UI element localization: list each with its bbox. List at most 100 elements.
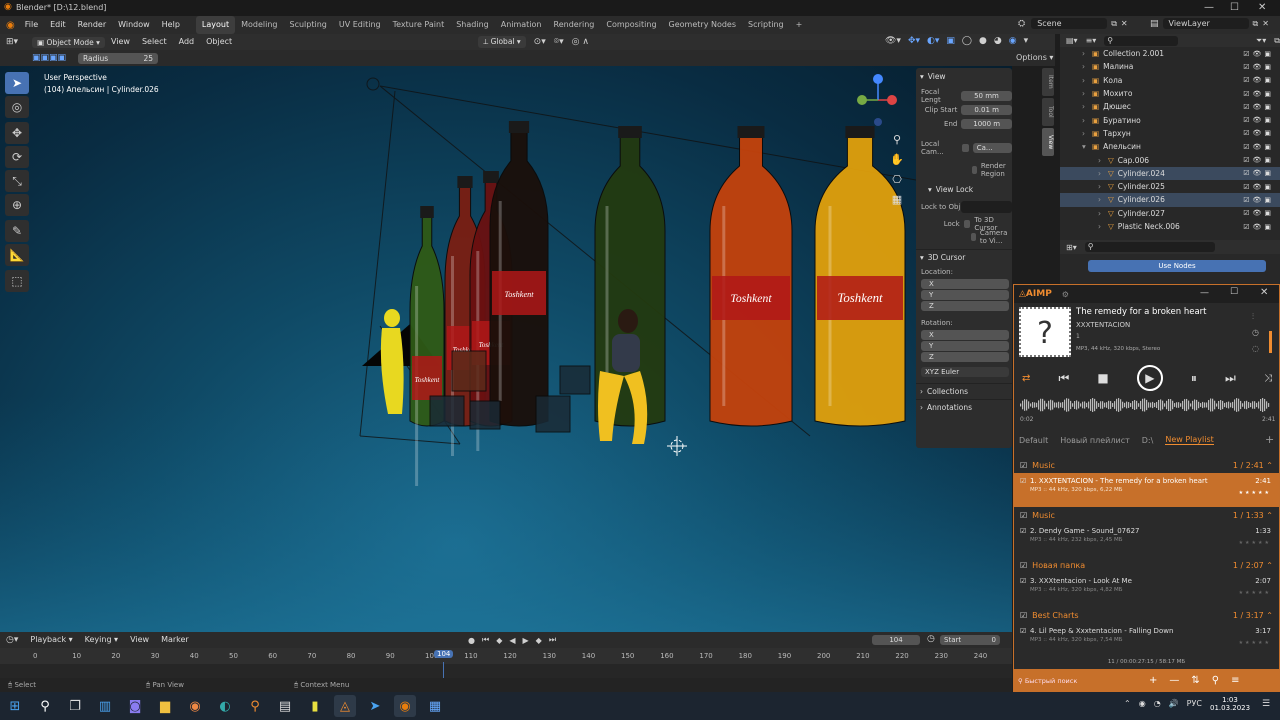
playlist-group-header[interactable]: ☑ Новая папка 1 / 2:07 ⌃ (1014, 557, 1279, 573)
outliner-row[interactable]: › ▽ Plastic Neck.006 ☑👁▣ (1060, 220, 1280, 233)
visibility-toggles-icon[interactable]: ☑👁▣ (1243, 223, 1274, 231)
ortho-grid-icon[interactable]: ▦ (888, 190, 906, 210)
menu-edit[interactable]: Edit (44, 16, 72, 34)
timeline-playback-menu[interactable]: Playback ▾ (24, 631, 78, 649)
transform-orientation-dropdown[interactable]: ⟂ Global ▾ (478, 36, 526, 48)
expand-toggle-icon[interactable]: › (1082, 89, 1092, 98)
notes-app-icon[interactable]: ▮ (304, 695, 326, 717)
blender-taskbar-icon[interactable]: ◉ (394, 695, 416, 717)
group-checkbox-icon[interactable]: ☑ (1020, 611, 1027, 620)
overlay-icon[interactable]: ◐▾ (927, 36, 939, 46)
scene-selector[interactable]: ⛭ Scene ⧉ ✕ (1018, 18, 1128, 29)
object-mode-dropdown[interactable]: ▣ Object Mode ▾ (32, 36, 105, 48)
visibility-toggles-icon[interactable]: ☑👁▣ (1243, 63, 1274, 71)
outliner-row[interactable]: › ▣ Малина ☑👁▣ (1060, 60, 1280, 73)
rotation-x-field[interactable]: X (921, 330, 1009, 340)
visibility-toggles-icon[interactable]: ☑👁▣ (1243, 143, 1274, 151)
track-rating-icon[interactable]: ★★★★★ (1239, 540, 1271, 546)
outliner-row[interactable]: › ▽ Cylinder.027 ☑👁▣ (1060, 207, 1280, 220)
scale-tool-icon[interactable]: ⤡ (5, 170, 29, 192)
playlist-tab-new-playlist[interactable]: New Playlist (1165, 435, 1214, 445)
remove-files-icon[interactable]: — (1169, 675, 1179, 686)
select-box-tool-icon[interactable]: ➤ (5, 72, 29, 94)
menu-help[interactable]: Help (156, 16, 186, 34)
aimp-taskbar-icon[interactable]: ◬ (334, 695, 356, 717)
timer-icon[interactable]: ◷ (1252, 325, 1259, 341)
expand-toggle-icon[interactable]: › (1082, 102, 1092, 111)
expand-toggle-icon[interactable]: › (1098, 209, 1108, 218)
workspace-tab-uv-editing[interactable]: UV Editing (333, 16, 387, 34)
playlist-tab-new-playlist-ru[interactable]: Новый плейлист (1060, 436, 1130, 445)
viewport-menu-add[interactable]: Add (173, 33, 201, 51)
workspace-tab-geometry-nodes[interactable]: Geometry Nodes (663, 16, 742, 34)
new-collection-icon[interactable]: ⧉ (1274, 36, 1280, 46)
rotation-z-field[interactable]: Z (921, 352, 1009, 362)
zoom-icon[interactable]: ⚲ (888, 130, 906, 150)
location-y-field[interactable]: Y (921, 290, 1009, 300)
material-shading-icon[interactable]: ◕ (994, 36, 1002, 46)
equalizer-icon[interactable]: ⫶ (1252, 309, 1259, 325)
expand-toggle-icon[interactable]: › (1098, 156, 1108, 165)
next-keyframe-icon[interactable]: ◆ (536, 636, 542, 645)
workspace-tab-scripting[interactable]: Scripting (742, 16, 790, 34)
widgets-icon[interactable]: ▥ (94, 695, 116, 717)
search-icon[interactable]: ⚲ (1212, 675, 1219, 686)
properties-search-input[interactable]: ⚲ (1084, 242, 1215, 252)
waveform-seekbar[interactable] (1020, 393, 1275, 417)
visibility-toggles-icon[interactable]: ☑👁▣ (1243, 183, 1274, 191)
expand-toggle-icon[interactable]: › (1098, 169, 1108, 178)
annotations-header[interactable]: › Annotations (916, 399, 1012, 415)
wifi-icon[interactable]: ◔ (1154, 699, 1161, 708)
expand-toggle-icon[interactable]: › (1098, 182, 1108, 191)
tray-overflow-icon[interactable]: ⌃ (1124, 699, 1131, 708)
rotation-y-field[interactable]: Y (921, 341, 1009, 351)
camera-to-view-checkbox[interactable] (971, 232, 976, 241)
play-reverse-icon[interactable]: ◀ (509, 636, 515, 645)
current-frame-field[interactable]: 104 (872, 635, 920, 645)
location-x-field[interactable]: X (921, 279, 1009, 289)
camera-view-icon[interactable]: ⎔ (888, 170, 906, 190)
clock[interactable]: 1:03 01.03.2023 (1210, 696, 1250, 712)
aimp-settings-icon[interactable]: ⚙ (1062, 290, 1069, 299)
visibility-toggles-icon[interactable]: ☑👁▣ (1243, 50, 1274, 58)
workspace-tab-animation[interactable]: Animation (495, 16, 548, 34)
lock-to-object-field[interactable] (960, 201, 1012, 213)
solid-shading-icon[interactable]: ● (979, 36, 987, 46)
playlist-group-header[interactable]: ☑ Best Charts 1 / 3:17 ⌃ (1014, 607, 1279, 623)
render-region-checkbox[interactable] (972, 166, 977, 174)
tab-view[interactable]: View (1042, 128, 1054, 156)
timeline-marker-menu[interactable]: Marker (155, 631, 195, 649)
outliner-row[interactable]: › ▣ Мохито ☑👁▣ (1060, 87, 1280, 100)
view-section-header[interactable]: ▾ View (916, 68, 1012, 84)
repeat-icon[interactable]: ⇄ (1022, 373, 1030, 384)
workspace-tab-compositing[interactable]: Compositing (600, 16, 662, 34)
transform-tool-icon[interactable]: ⊕ (5, 194, 29, 216)
view-lock-header[interactable]: ▾ View Lock (916, 181, 1012, 197)
expand-toggle-icon[interactable]: › (1082, 49, 1092, 58)
timeline-view-menu[interactable]: View (124, 631, 155, 649)
close-icon[interactable]: ✕ (1258, 2, 1266, 13)
track-rating-icon[interactable]: ★★★★★ (1239, 490, 1271, 496)
3d-cursor-header[interactable]: ▾ 3D Cursor (916, 249, 1012, 265)
new-scene-icon[interactable]: ⧉ (1111, 19, 1117, 29)
outliner-row[interactable]: › ▽ Cylinder.024 ☑👁▣ (1060, 166, 1280, 180)
group-checkbox-icon[interactable]: ☑ (1020, 511, 1027, 520)
pan-hand-icon[interactable]: ✋ (888, 150, 906, 170)
xray-icon[interactable]: ▣ (946, 36, 955, 46)
track-rating-icon[interactable]: ★★★★★ (1239, 640, 1271, 646)
shuffle-icon[interactable]: ⤨ (1264, 373, 1272, 384)
rotate-tool-icon[interactable]: ⟳ (5, 146, 29, 168)
outliner-search-input[interactable]: ⚲ (1104, 35, 1178, 46)
volume-indicator[interactable] (1269, 331, 1272, 353)
location-z-field[interactable]: Z (921, 301, 1009, 311)
edge-icon[interactable]: ◐ (214, 695, 236, 717)
timeline-keying-menu[interactable]: Keying ▾ (79, 631, 124, 649)
viewport-menu-object[interactable]: Object (200, 33, 238, 51)
notifications-icon[interactable]: ☰ (1262, 699, 1270, 709)
outliner-row[interactable]: › ▣ Дюшес ☑👁▣ (1060, 100, 1280, 113)
menu-render[interactable]: Render (72, 16, 112, 34)
visibility-toggles-icon[interactable]: ☑👁▣ (1243, 196, 1274, 204)
language-indicator[interactable]: РУС (1187, 699, 1202, 708)
expand-toggle-icon[interactable]: › (1082, 116, 1092, 125)
playlist-tab-default[interactable]: Default (1019, 436, 1048, 445)
